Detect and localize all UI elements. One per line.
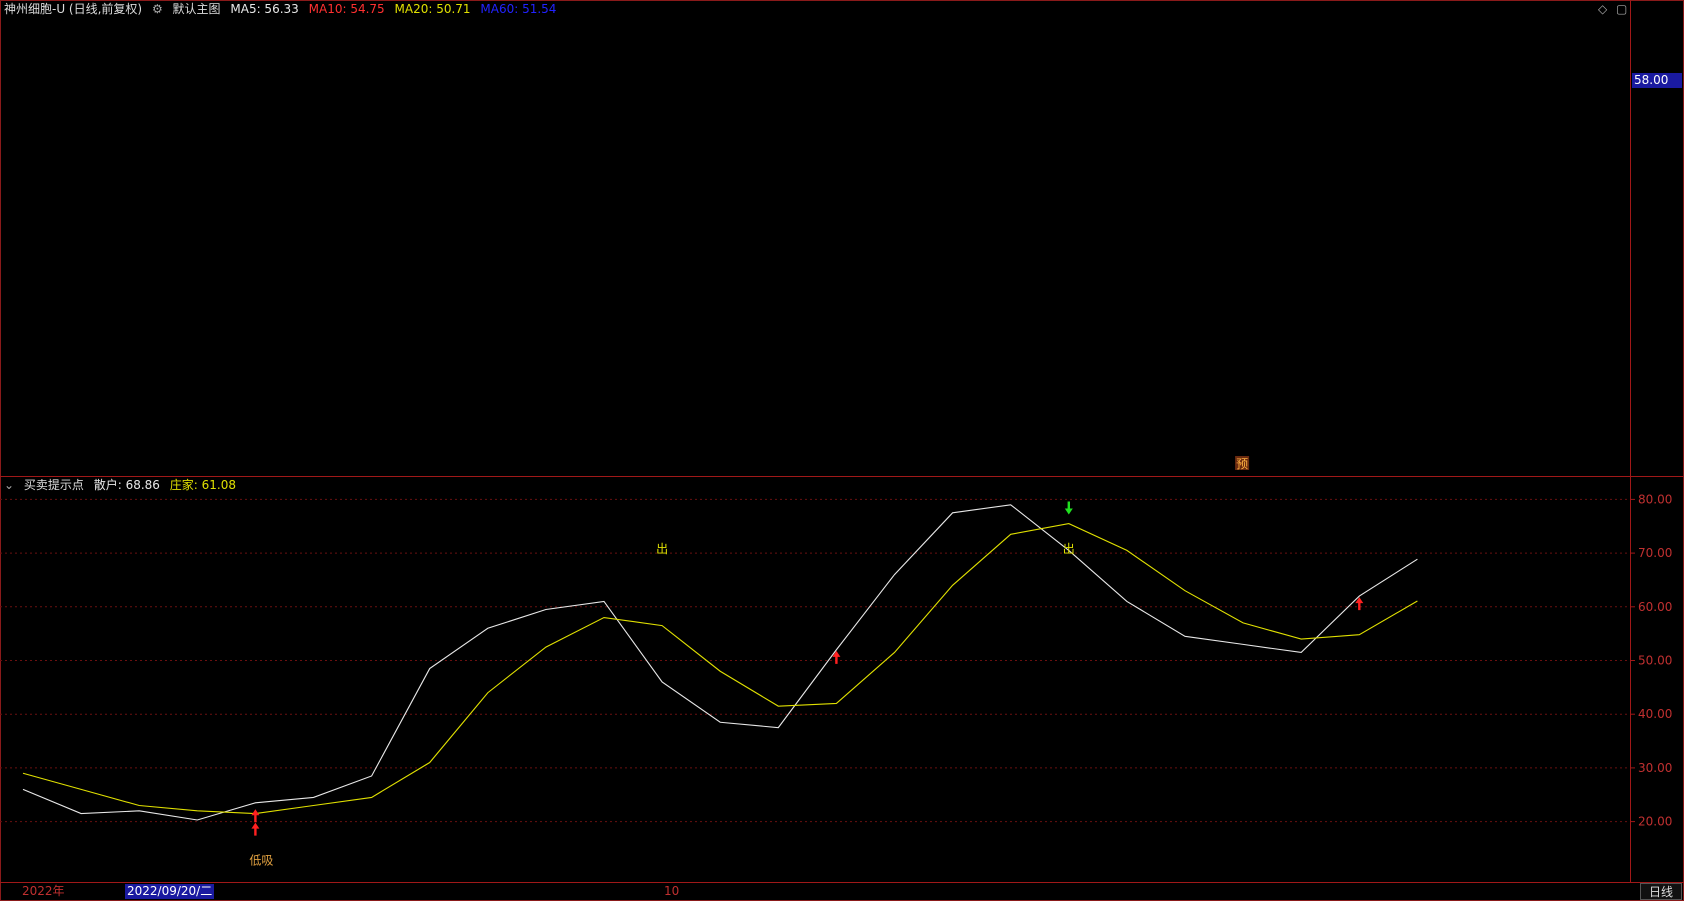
indicator-tick-label: 40.00 — [1638, 707, 1672, 721]
buy-arrow-icon — [251, 809, 260, 823]
indicator-name[interactable]: 买卖提示点 — [24, 478, 84, 492]
dealer-label: 庄家: 61.08 — [169, 478, 236, 492]
current-price-tag: 58.00 — [1632, 73, 1682, 88]
indicator-tick-label: 70.00 — [1638, 546, 1672, 560]
dip-buy-label: 低吸 — [249, 854, 273, 868]
sell-signal-label: 出 — [656, 542, 668, 556]
indicator-tick-label: 50.00 — [1638, 654, 1672, 668]
retail-label: 散户: 68.86 — [93, 478, 160, 492]
ma20-label: MA20: 50.71 — [394, 2, 471, 16]
axis-month-label: 10 — [664, 884, 680, 898]
indicator-line-0 — [22, 504, 1418, 821]
forecast-label: 预 — [1236, 457, 1248, 471]
sell-signal-label: 出 — [1063, 542, 1075, 556]
stock-chart[interactable]: 46.0048.0050.0052.0054.0056.0058.0060.00… — [0, 0, 1684, 901]
outer-frame — [0, 0, 1684, 901]
diamond-icon[interactable]: ◇ — [1598, 2, 1607, 16]
axis-year-label: 2022年 — [22, 884, 65, 898]
buy-arrow-icon — [251, 822, 260, 836]
indicator-tick-label: 20.00 — [1638, 815, 1672, 829]
chevron-down-icon[interactable]: ⌄ — [4, 478, 14, 492]
indicator-header: ⌄ 买卖提示点 散户: 68.86 庄家: 61.08 — [4, 476, 242, 494]
sell-arrow-icon — [1064, 501, 1073, 515]
period-button[interactable]: 日线 — [1640, 883, 1682, 900]
stock-title[interactable]: 神州细胞-U (日线,前复权) — [4, 2, 142, 16]
settings-icon[interactable]: ⚙ — [152, 2, 163, 16]
main-indicator-label[interactable]: 默认主图 — [173, 2, 221, 16]
ma60-label: MA60: 51.54 — [480, 2, 557, 16]
ma5-label: MA5: 56.33 — [230, 2, 299, 16]
main-chart-header: 神州细胞-U (日线,前复权) ⚙ 默认主图 MA5: 56.33 MA10: … — [4, 0, 562, 18]
selected-date-label: 2022/09/20/二 — [125, 884, 215, 899]
restore-icon[interactable]: ▢ — [1616, 2, 1627, 16]
indicator-tick-label: 80.00 — [1638, 492, 1672, 506]
ma10-label: MA10: 54.75 — [308, 2, 385, 16]
indicator-line-1 — [22, 522, 1418, 815]
indicator-tick-label: 60.00 — [1638, 600, 1672, 614]
indicator-tick-label: 30.00 — [1638, 761, 1672, 775]
